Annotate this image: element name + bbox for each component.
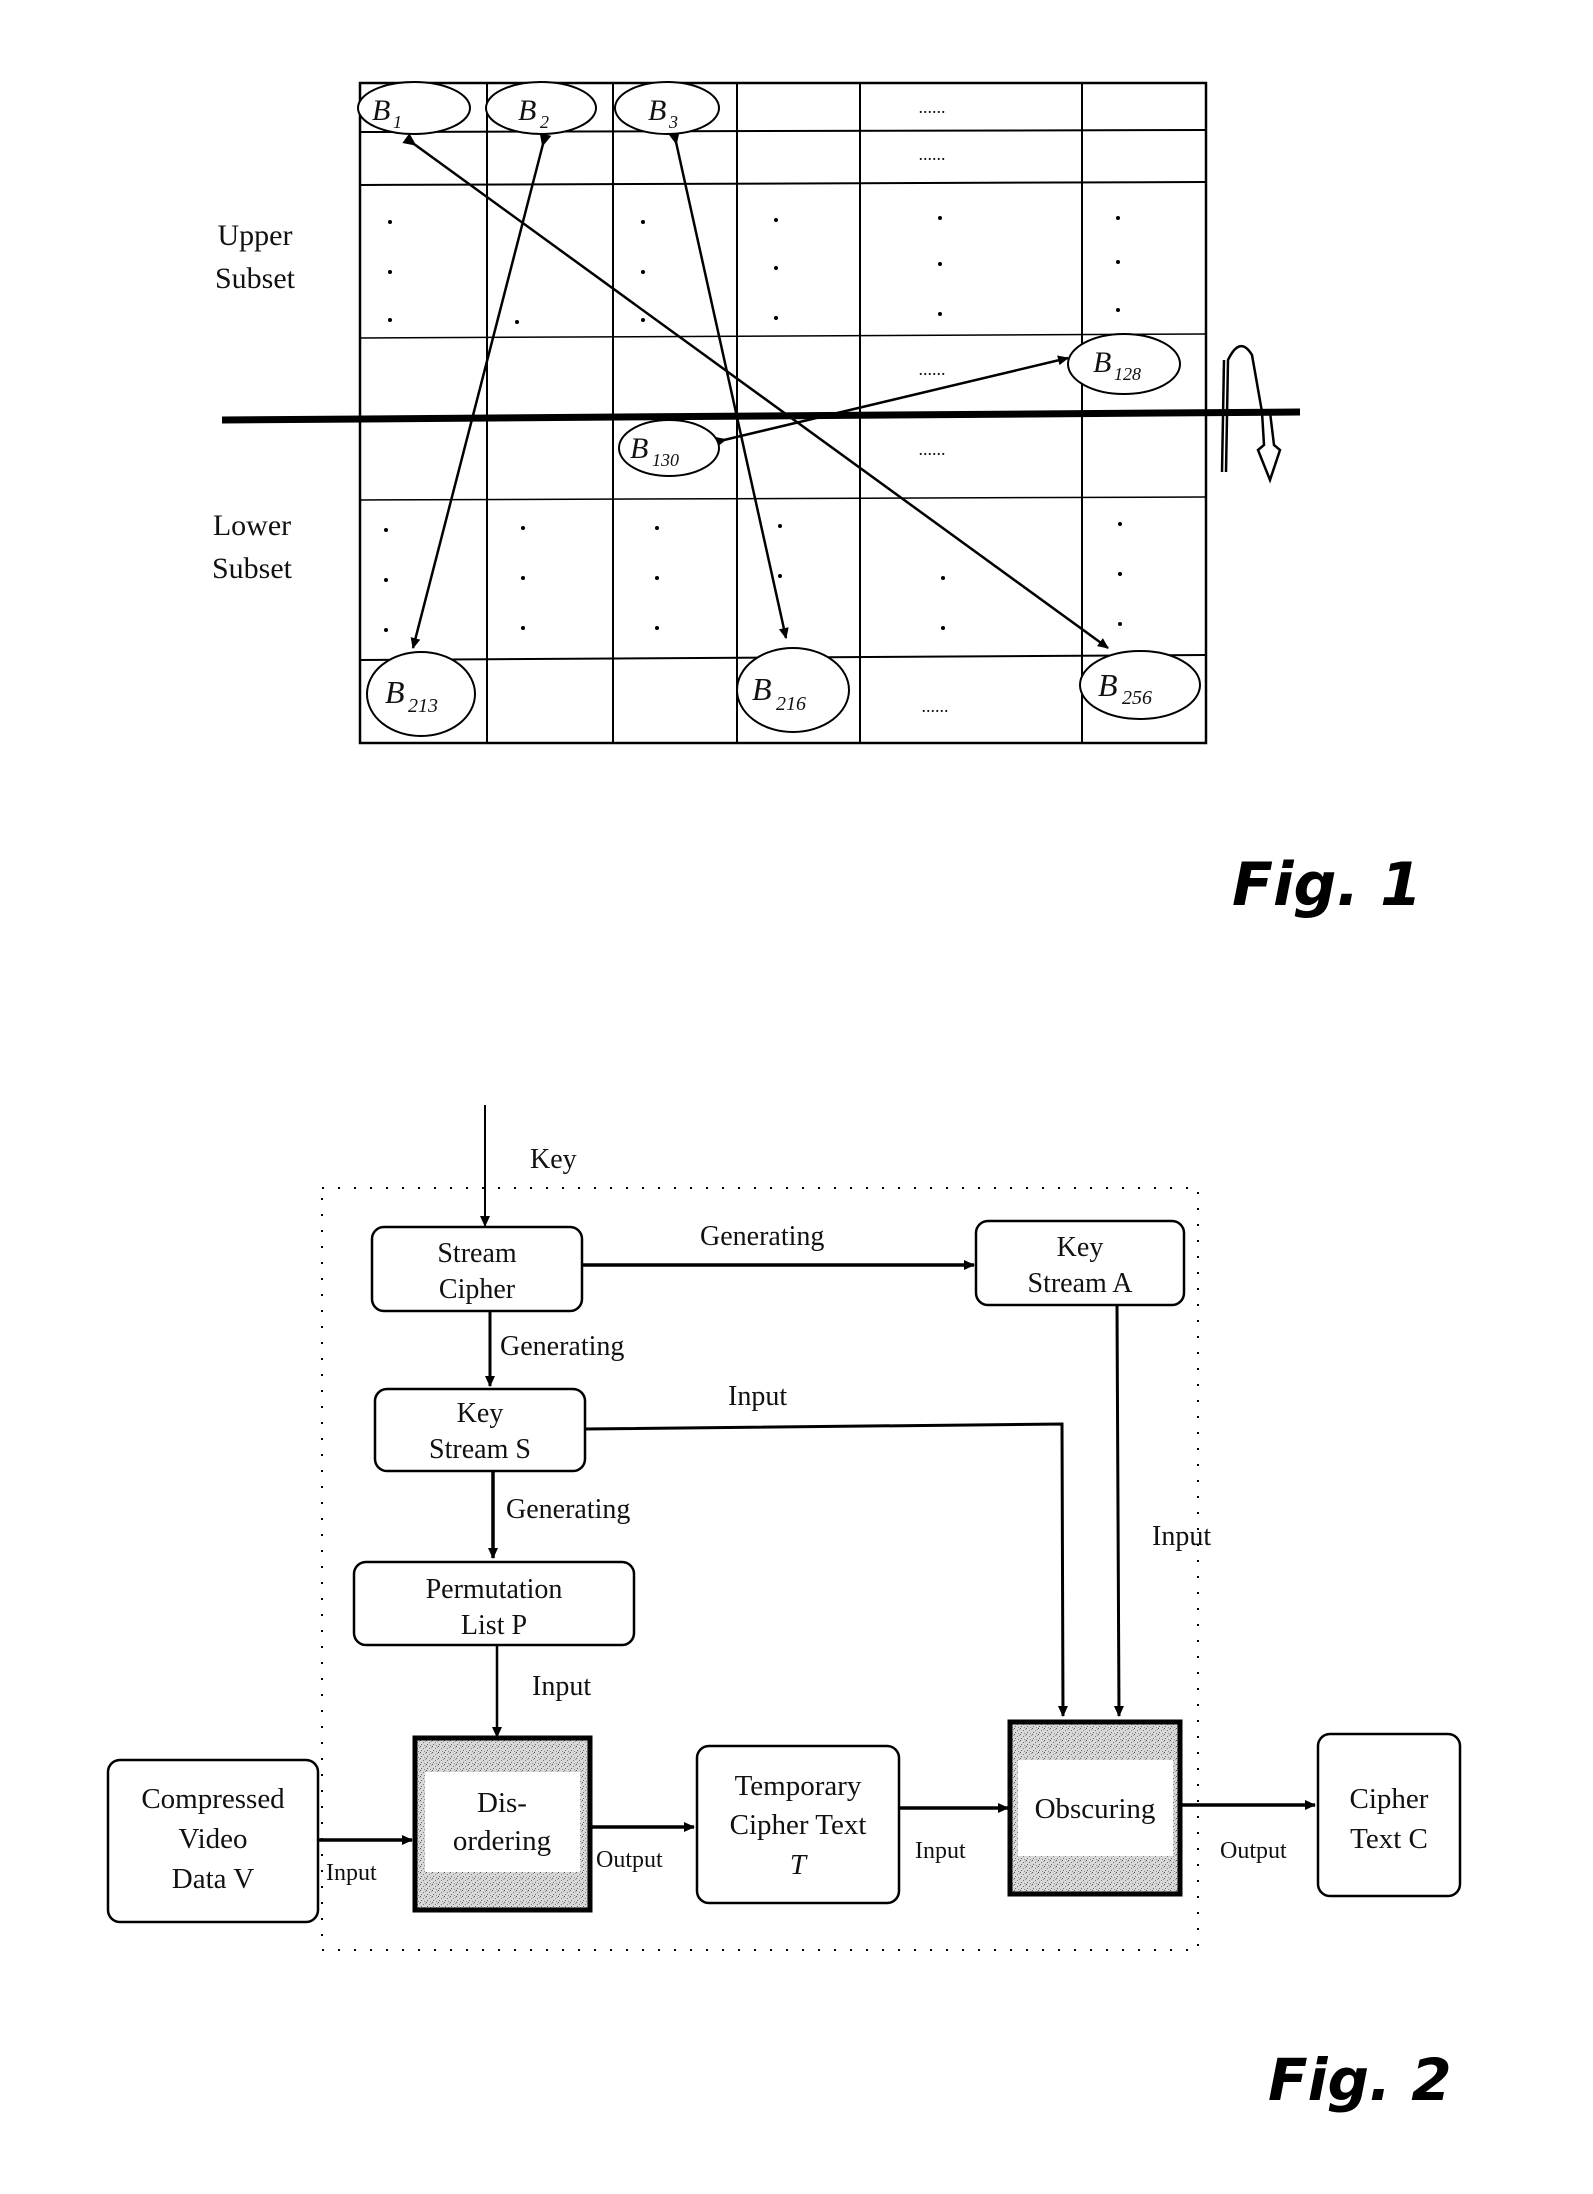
svg-text:Cipher: Cipher [439, 1274, 516, 1305]
grid-ellipsis: ...... [919, 359, 946, 379]
upper-subset-label-line1: Upper [218, 219, 293, 252]
edge-label-input: Input [728, 1381, 787, 1412]
block-b130: B 130 [618, 419, 720, 477]
svg-text:Stream: Stream [437, 1238, 517, 1269]
svg-text:B: B [1098, 667, 1118, 703]
swap-arrow-b1-b256 [402, 133, 1109, 650]
edge-label-generating: Generating [500, 1331, 624, 1362]
block-b128: B 128 [1067, 333, 1181, 395]
svg-text:Temporary: Temporary [735, 1770, 862, 1802]
disordering-node: Dis- ordering [412, 1735, 593, 1913]
svg-text:Text C: Text C [1350, 1823, 1428, 1855]
svg-text:1: 1 [393, 112, 402, 132]
svg-text:Dis-: Dis- [477, 1787, 527, 1819]
key-label: Key [530, 1144, 577, 1175]
swap-arrow-b3-b216 [667, 130, 789, 639]
svg-text:Key: Key [457, 1398, 504, 1429]
edge-label-input: Input [326, 1860, 377, 1886]
svg-text:Video: Video [178, 1823, 247, 1855]
edge-label-input: Input [915, 1838, 966, 1864]
svg-text:B: B [518, 94, 536, 127]
edge-label-output: Output [1220, 1838, 1287, 1864]
block-b1: B 1 [357, 81, 471, 135]
edge-label-input: Input [1152, 1521, 1211, 1552]
upper-subset-label-line2: Subset [215, 262, 296, 295]
compressed-video-node: Compressed Video Data V [106, 1758, 320, 1924]
key-stream-s-node: Key Stream S [373, 1387, 587, 1473]
svg-text:Cipher: Cipher [1350, 1783, 1429, 1815]
figure-2-label: Fig. 2 [1268, 2046, 1452, 2114]
svg-text:2: 2 [540, 112, 549, 132]
cipher-text-node: Cipher Text C [1316, 1732, 1462, 1898]
arrow-key-stream-a-to-obscuring [1113, 1304, 1124, 1717]
svg-text:Stream A: Stream A [1028, 1268, 1134, 1299]
patent-drawing-sheet: ...... ...... ...... ...... ...... Upper… [106, 81, 1462, 2114]
svg-text:Data V: Data V [172, 1863, 254, 1895]
svg-text:B: B [372, 94, 390, 127]
block-b2: B 2 [485, 81, 597, 135]
svg-text:3: 3 [668, 112, 678, 132]
figure-1-label: Fig. 1 [1232, 850, 1422, 920]
svg-text:B: B [648, 94, 666, 127]
lower-subset-label-line1: Lower [213, 509, 291, 542]
svg-text:B: B [1093, 346, 1111, 379]
block-b216: B 216 [736, 647, 850, 733]
svg-text:List P: List P [461, 1610, 527, 1641]
arrow-key-stream-s-to-obscuring [584, 1422, 1068, 1717]
svg-text:128: 128 [1114, 364, 1141, 384]
permutation-list-node: Permutation List P [352, 1560, 636, 1647]
edge-label-generating: Generating [506, 1494, 630, 1525]
svg-text:Cipher Text: Cipher Text [730, 1809, 867, 1841]
svg-text:ordering: ordering [453, 1825, 551, 1857]
block-b256: B 256 [1079, 650, 1201, 720]
grid-ellipsis: ...... [919, 144, 946, 164]
temporary-cipher-node: Temporary Cipher Text T [695, 1744, 901, 1905]
edge-label-generating: Generating [700, 1221, 824, 1252]
svg-text:B: B [630, 432, 648, 465]
grid-ellipsis: ...... [919, 439, 946, 459]
swap-arrow-b2-b213 [410, 132, 552, 649]
svg-text:Key: Key [1057, 1232, 1104, 1263]
svg-text:Permutation: Permutation [426, 1574, 563, 1605]
stream-cipher-node: Stream Cipher [370, 1225, 584, 1313]
svg-text:130: 130 [652, 450, 679, 470]
lower-subset-label-line2: Subset [212, 552, 293, 585]
cell-dots [384, 216, 1122, 632]
svg-text:216: 216 [776, 693, 806, 715]
svg-text:B: B [385, 674, 405, 710]
svg-text:256: 256 [1122, 687, 1152, 709]
swap-arrows [402, 130, 1109, 650]
svg-text:213: 213 [408, 695, 438, 717]
figure-2: Key Stream Cipher Generating Key Stream … [106, 1105, 1462, 2114]
obscuring-node: Obscuring [1007, 1719, 1183, 1897]
block-b213: B 213 [366, 651, 476, 737]
edge-label-output: Output [596, 1847, 663, 1873]
svg-text:B: B [752, 671, 772, 707]
edge-label-input: Input [532, 1671, 591, 1702]
svg-text:T: T [790, 1849, 808, 1881]
svg-text:Stream S: Stream S [429, 1434, 531, 1465]
grid-ellipsis: ...... [919, 97, 946, 117]
svg-text:Compressed: Compressed [141, 1783, 285, 1815]
block-b3: B 3 [614, 81, 720, 135]
swap-arrow-b130-b128 [712, 355, 1069, 449]
svg-text:Obscuring: Obscuring [1035, 1793, 1156, 1825]
figure-1: ...... ...... ...... ...... ...... Upper… [212, 81, 1422, 920]
mirror-axis-line [221, 408, 1301, 424]
key-stream-a-node: Key Stream A [974, 1219, 1186, 1307]
grid-ellipsis: ...... [922, 696, 949, 716]
